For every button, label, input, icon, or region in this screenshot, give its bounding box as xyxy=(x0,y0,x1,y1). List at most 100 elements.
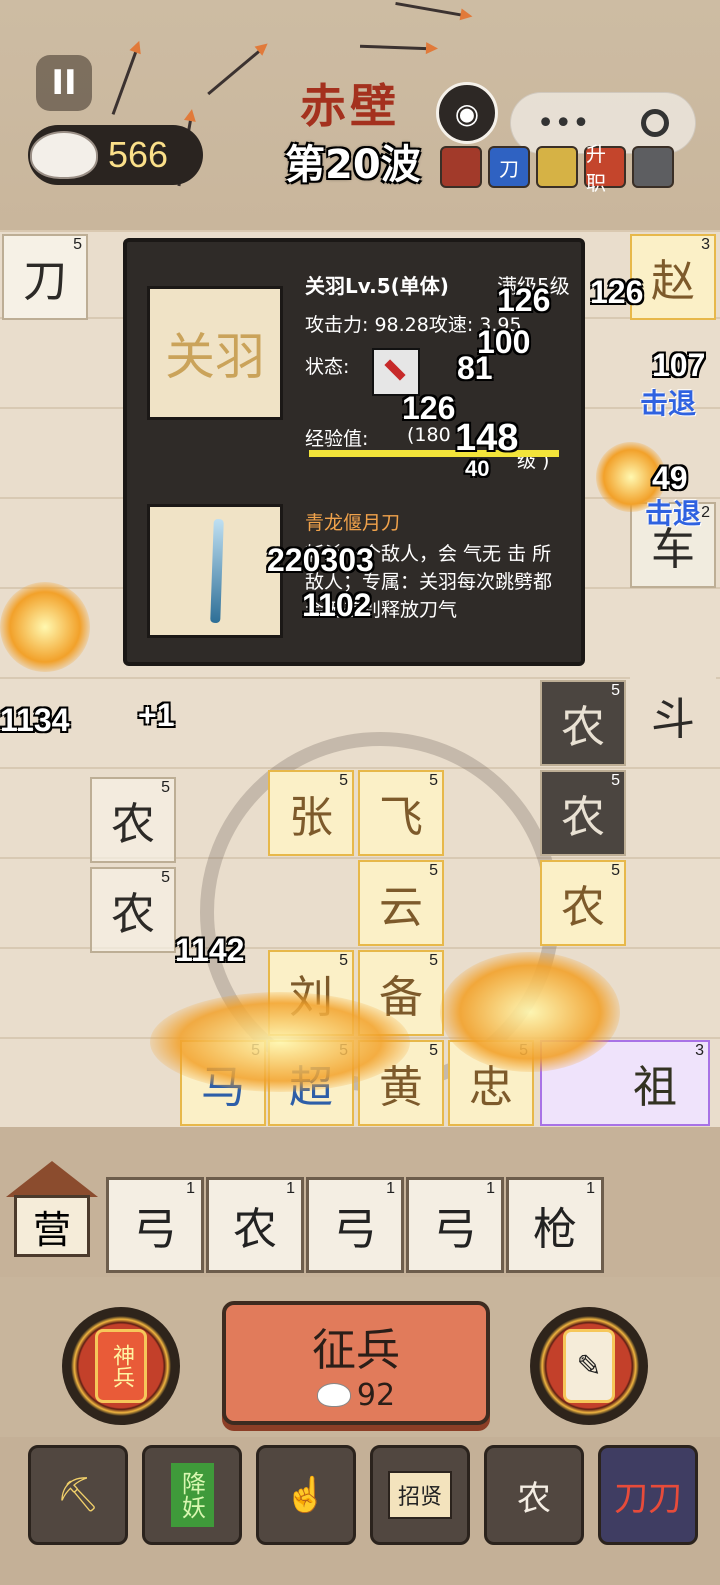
damage-number: +1 xyxy=(138,697,175,733)
more-icon[interactable]: ••• xyxy=(537,106,590,141)
unit-level: 1 xyxy=(486,1180,495,1197)
bun-coin-icon xyxy=(316,1383,351,1407)
unit-level: 5 xyxy=(73,236,82,253)
glaive-icon xyxy=(210,518,224,624)
unit-glyph: 刀 xyxy=(23,256,67,307)
divine-weapon-button[interactable]: 神兵 xyxy=(62,1307,180,1425)
tool-list: ⛏ 降妖 ☝ 招贤 农 刀刀 xyxy=(28,1445,698,1545)
knockback-label: 击退 xyxy=(640,388,697,419)
tool-bar: ⛏ 降妖 ☝ 招贤 农 刀刀 xyxy=(0,1437,720,1585)
reserve-bench: 营 弓 1 农 1 弓 1 弓 1 枪 1 xyxy=(0,1127,720,1277)
unit-glyph: 弓 xyxy=(433,1204,477,1255)
explosion-effect xyxy=(0,582,90,672)
damage-number: 148 xyxy=(455,417,519,459)
damage-number: 1142 xyxy=(175,932,245,968)
damage-number: 126 xyxy=(402,390,456,426)
top-bar: II 566 赤壁 第20波 ◉ ••• 刀 升职 xyxy=(0,0,720,230)
wave-label: 第20波 xyxy=(285,142,421,188)
state-label: 状态: xyxy=(305,356,350,378)
unit-glyph: 弓 xyxy=(333,1204,377,1255)
unit-info-panel: 关羽 关羽Lv.5(单体) 满级5级 攻击力: 98.28攻速: 3.95 状态… xyxy=(123,238,585,666)
unit-tile[interactable]: 飞 5 xyxy=(358,770,444,856)
unit-level: 5 xyxy=(611,862,620,879)
dig-chest-button[interactable]: ☝ xyxy=(256,1445,356,1545)
recruit-button[interactable]: 征兵 92 xyxy=(222,1301,490,1425)
action-row: 神兵 征兵 92 ✎ xyxy=(0,1277,720,1437)
shovel-buff-icon[interactable] xyxy=(536,146,578,188)
tool-label: 刀刀 xyxy=(614,1478,682,1519)
bench-tile[interactable]: 弓 1 xyxy=(106,1177,204,1273)
promotion-buff-icon[interactable]: 升职 xyxy=(584,142,626,195)
unit-level: 5 xyxy=(429,952,438,969)
damage-number: 126 xyxy=(497,282,551,318)
damage-number: 81 xyxy=(457,350,493,386)
damage-number: 126 xyxy=(590,274,644,310)
unit-tile[interactable]: 农 5 xyxy=(90,777,176,863)
state-effect-icon xyxy=(372,348,420,396)
unit-level: 5 xyxy=(611,772,620,789)
shovel-tool-button[interactable]: ⛏ xyxy=(28,1445,128,1545)
weapon-icon xyxy=(147,504,283,638)
pause-button[interactable]: II xyxy=(36,55,92,111)
unit-tile[interactable]: 刀 5 xyxy=(2,234,88,320)
camp-label: 营 xyxy=(14,1195,90,1257)
double-blade-button[interactable]: 刀刀 xyxy=(598,1445,698,1545)
gamepad-icon[interactable]: ◉ xyxy=(436,82,498,144)
unit-level: 5 xyxy=(611,682,620,699)
unit-level: 1 xyxy=(286,1180,295,1197)
tool-label: 降妖 xyxy=(170,1463,214,1527)
unit-glyph: 枪 xyxy=(533,1204,577,1255)
buff-list: 刀 升职 xyxy=(440,142,674,195)
unit-tile[interactable]: 张 5 xyxy=(268,770,354,856)
exp-bar xyxy=(309,450,559,457)
unit-tile[interactable]: 斗 xyxy=(630,672,716,758)
unit-tile[interactable]: 云 5 xyxy=(358,860,444,946)
brush-icon: ✎ xyxy=(563,1329,615,1403)
unit-glyph: 弓 xyxy=(133,1204,177,1255)
buff-icon[interactable] xyxy=(440,146,482,188)
damage-number: 1134 xyxy=(0,702,70,738)
bench-tile[interactable]: 农 1 xyxy=(206,1177,304,1273)
unit-level: 2 xyxy=(701,504,710,521)
unit-portrait: 关羽 xyxy=(147,286,283,420)
bench-tile[interactable]: 弓 1 xyxy=(306,1177,404,1273)
subdue-demon-button[interactable]: 降妖 xyxy=(142,1445,242,1545)
camp-hut[interactable]: 营 xyxy=(6,1161,98,1261)
exp-bar-fill xyxy=(309,450,559,457)
bench-tile[interactable]: 枪 1 xyxy=(506,1177,604,1273)
knockback-label: 击退 xyxy=(645,498,702,529)
unit-level: 5 xyxy=(161,779,170,796)
unit-glyph: 云 xyxy=(379,882,423,933)
caltrop-buff-icon[interactable] xyxy=(632,146,674,188)
unit-level: 3 xyxy=(701,236,710,253)
blade-buff-icon[interactable]: 刀 xyxy=(488,146,530,188)
unit-tile[interactable]: 农 5 xyxy=(540,860,626,946)
unit-tile[interactable]: 农 5 xyxy=(540,680,626,766)
unit-tile[interactable]: 农 5 xyxy=(90,867,176,953)
exp-amount: (180 xyxy=(407,424,451,446)
damage-number: 1102 xyxy=(302,587,372,623)
unit-glyph: 农 xyxy=(111,889,155,940)
unit-tile[interactable]: 农 5 xyxy=(540,770,626,856)
tool-label: 招贤 xyxy=(387,1471,452,1519)
recruit-label: 征兵 xyxy=(312,1324,400,1376)
close-target-icon[interactable] xyxy=(641,109,670,137)
brush-button[interactable]: ✎ xyxy=(530,1307,648,1425)
arrow-projectile xyxy=(111,48,139,115)
unit-name: 关羽Lv.5(单体) xyxy=(305,274,449,298)
unit-glyph: 祖 xyxy=(633,1062,677,1113)
fire-effect xyxy=(150,992,410,1092)
farmer-tool-button[interactable]: 农 xyxy=(484,1445,584,1545)
unit-level: 5 xyxy=(429,862,438,879)
recruit-talent-button[interactable]: 招贤 xyxy=(370,1445,470,1545)
unit-level: 1 xyxy=(386,1180,395,1197)
damage-number: 107 xyxy=(652,347,706,383)
shovel-icon: ⛏ xyxy=(56,1475,100,1515)
bun-coin-icon xyxy=(30,131,98,179)
unit-level: 3 xyxy=(695,1042,704,1059)
unit-glyph: 飞 xyxy=(379,792,423,843)
unit-glyph: 农 xyxy=(561,792,605,843)
bench-tile[interactable]: 弓 1 xyxy=(406,1177,504,1273)
unit-glyph: 斗 xyxy=(651,694,695,745)
divine-weapon-label: 神兵 xyxy=(95,1329,147,1403)
